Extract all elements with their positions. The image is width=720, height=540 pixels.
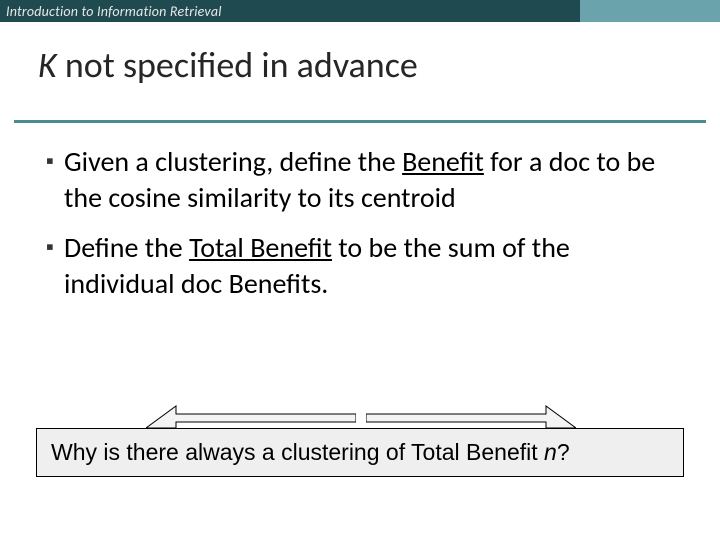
- callout-n: n: [544, 439, 557, 465]
- course-tag: Introduction to Information Retrieval: [6, 3, 222, 20]
- bullet-text: Define the Total Benefit to be the sum o…: [64, 230, 674, 302]
- bullet-marker-icon: ▪: [46, 230, 64, 302]
- top-bar-dark: Introduction to Information Retrieval: [0, 0, 580, 22]
- bullet-item: ▪ Given a clustering, define the Benefit…: [46, 144, 674, 216]
- bullet-underlined: Total Benefit: [189, 230, 332, 265]
- title-rule: [14, 120, 706, 123]
- arrow-left-icon: [146, 394, 356, 428]
- body: ▪ Given a clustering, define the Benefit…: [46, 144, 674, 316]
- bullet-underlined: Benefit: [402, 144, 484, 179]
- title-k: K: [38, 43, 57, 87]
- top-bar-accent: [580, 0, 720, 22]
- bullet-text: Given a clustering, define the Benefit f…: [64, 144, 674, 216]
- callout: Why is there always a clustering of Tota…: [36, 394, 684, 477]
- title-rest: not specified in advance: [57, 43, 418, 87]
- slide: Introduction to Information Retrieval K …: [0, 0, 720, 540]
- callout-text-2: ?: [557, 439, 570, 465]
- arrow-right-icon: [366, 394, 576, 428]
- bullet-marker-icon: ▪: [46, 144, 64, 216]
- callout-arrows: [36, 394, 684, 428]
- callout-text-1: Why is there always a clustering of Tota…: [51, 439, 544, 465]
- bullet-pre: Given a clustering, define the: [64, 144, 402, 179]
- slide-title: K not specified in advance: [38, 46, 682, 86]
- bullet-item: ▪ Define the Total Benefit to be the sum…: [46, 230, 674, 302]
- top-bar: Introduction to Information Retrieval: [0, 0, 720, 22]
- callout-box: Why is there always a clustering of Tota…: [36, 428, 684, 477]
- title-block: K not specified in advance: [38, 46, 682, 86]
- bullet-pre: Define the: [64, 230, 189, 265]
